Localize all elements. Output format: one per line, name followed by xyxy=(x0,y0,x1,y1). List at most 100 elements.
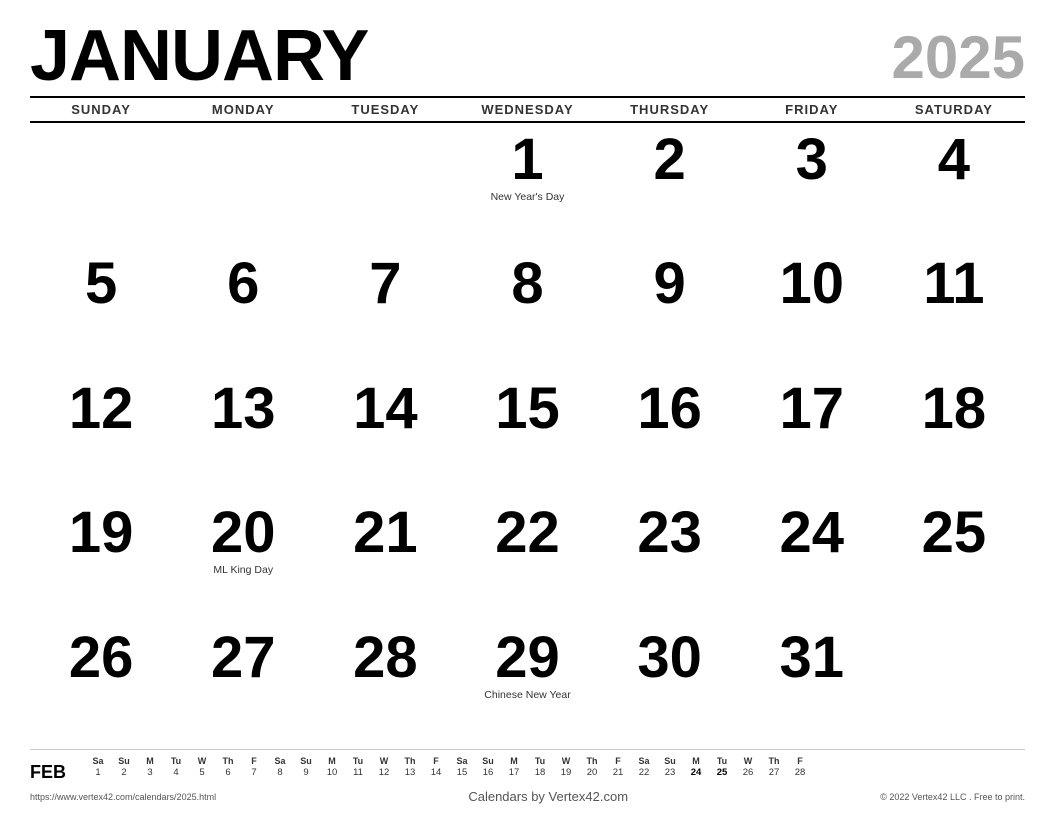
mini-date: 9 xyxy=(293,766,319,779)
day-number: 4 xyxy=(938,131,970,189)
day-number: 24 xyxy=(780,504,845,562)
calendar-cell: 4 xyxy=(883,125,1025,249)
mini-day-label: Su xyxy=(111,756,137,766)
day-number: 13 xyxy=(211,380,276,438)
mini-day-label: Tu xyxy=(527,756,553,766)
day-number: 16 xyxy=(637,380,702,438)
holiday-label: ML King Day xyxy=(213,564,273,578)
mini-day-label: Th xyxy=(579,756,605,766)
calendar-cell: 5 xyxy=(30,249,172,373)
mini-date: 20 xyxy=(579,766,605,779)
mini-date: 8 xyxy=(267,766,293,779)
mini-date: 3 xyxy=(137,766,163,779)
mini-day-label: M xyxy=(319,756,345,766)
calendar-cell: 9 xyxy=(599,249,741,373)
mini-day-label: Tu xyxy=(709,756,735,766)
calendar-cell: 8 xyxy=(456,249,598,373)
mini-day-label: W xyxy=(371,756,397,766)
day-number: 23 xyxy=(637,504,702,562)
mini-date: 26 xyxy=(735,766,761,779)
footer-copy: © 2022 Vertex42 LLC . Free to print. xyxy=(880,792,1025,802)
calendar-cell xyxy=(883,623,1025,747)
mini-date: 10 xyxy=(319,766,345,779)
day-number: 1 xyxy=(511,131,543,189)
mini-date: 12 xyxy=(371,766,397,779)
day-number: 22 xyxy=(495,504,560,562)
day-header-saturday: SATURDAY xyxy=(883,102,1025,117)
mini-date: 24 xyxy=(683,766,709,779)
calendar-cell: 22 xyxy=(456,498,598,622)
footer-brand: Calendars by Vertex42.com xyxy=(468,789,628,804)
mini-day-label: Sa xyxy=(631,756,657,766)
calendar-cell: 7 xyxy=(314,249,456,373)
calendar-cell: 6 xyxy=(172,249,314,373)
mini-day-label: Th xyxy=(215,756,241,766)
calendar-cell: 3 xyxy=(741,125,883,249)
calendar-cell: 10 xyxy=(741,249,883,373)
mini-date: 16 xyxy=(475,766,501,779)
day-header-wednesday: WEDNESDAY xyxy=(456,102,598,117)
day-number: 17 xyxy=(780,380,845,438)
mini-date: 4 xyxy=(163,766,189,779)
mini-day-label: Tu xyxy=(163,756,189,766)
calendar-cell: 19 xyxy=(30,498,172,622)
calendar-cell: 30 xyxy=(599,623,741,747)
day-header-monday: MONDAY xyxy=(172,102,314,117)
calendar-cell xyxy=(314,125,456,249)
mini-date: 13 xyxy=(397,766,423,779)
calendar-cell: 25 xyxy=(883,498,1025,622)
mini-footer: FEB SaSuMTuWThFSaSuMTuWThFSaSuMTuWThFSaS… xyxy=(30,749,1025,804)
mini-day-label: W xyxy=(189,756,215,766)
day-number: 10 xyxy=(780,255,845,313)
day-number: 28 xyxy=(353,629,418,687)
mini-month-row: FEB SaSuMTuWThFSaSuMTuWThFSaSuMTuWThFSaS… xyxy=(30,756,1025,783)
mini-date: 2 xyxy=(111,766,137,779)
mini-day-label: Sa xyxy=(85,756,111,766)
day-number: 18 xyxy=(922,380,987,438)
day-header-friday: FRIDAY xyxy=(741,102,883,117)
mini-day-label: Sa xyxy=(449,756,475,766)
day-header-tuesday: TUESDAY xyxy=(314,102,456,117)
holiday-label: New Year's Day xyxy=(491,191,565,205)
calendar-cell: 1 New Year's Day xyxy=(456,125,598,249)
mini-day-label: Su xyxy=(657,756,683,766)
mini-date: 14 xyxy=(423,766,449,779)
header-row: JANUARY 2025 xyxy=(30,20,1025,92)
mini-dates-row: 1234567891011121314151617181920212223242… xyxy=(85,766,1025,779)
day-number: 3 xyxy=(796,131,828,189)
day-number: 11 xyxy=(923,255,984,313)
bottom-bar: https://www.vertex42.com/calendars/2025.… xyxy=(30,785,1025,804)
calendar-cell: 31 xyxy=(741,623,883,747)
calendar-cell: 20ML King Day xyxy=(172,498,314,622)
mini-month-label: FEB xyxy=(30,756,85,783)
mini-day-label: Tu xyxy=(345,756,371,766)
mini-date: 23 xyxy=(657,766,683,779)
day-number: 26 xyxy=(69,629,134,687)
mini-date: 6 xyxy=(215,766,241,779)
day-number: 27 xyxy=(211,629,276,687)
calendar-grid: 1New Year's Day2345678910111213141516171… xyxy=(30,125,1025,747)
mini-day-label: M xyxy=(683,756,709,766)
mini-date: 15 xyxy=(449,766,475,779)
day-number: 25 xyxy=(922,504,987,562)
calendar-cell: 15 xyxy=(456,374,598,498)
calendar-cell: 23 xyxy=(599,498,741,622)
day-header-thursday: THURSDAY xyxy=(599,102,741,117)
calendar-cell: 28 xyxy=(314,623,456,747)
calendar-cell: 27 xyxy=(172,623,314,747)
day-number: 7 xyxy=(369,255,401,313)
mini-day-label: F xyxy=(241,756,267,766)
mini-day-label: Su xyxy=(475,756,501,766)
mini-date: 28 xyxy=(787,766,813,779)
calendar-cell: 2 xyxy=(599,125,741,249)
day-number: 2 xyxy=(654,131,686,189)
mini-day-label: W xyxy=(735,756,761,766)
mini-date: 27 xyxy=(761,766,787,779)
calendar-cell: 16 xyxy=(599,374,741,498)
mini-days-header: SaSuMTuWThFSaSuMTuWThFSaSuMTuWThFSaSuMTu… xyxy=(85,756,1025,766)
holiday-label: Chinese New Year xyxy=(484,689,570,703)
mini-day-label: W xyxy=(553,756,579,766)
mini-day-label: Sa xyxy=(267,756,293,766)
mini-date: 21 xyxy=(605,766,631,779)
calendar-cell: 24 xyxy=(741,498,883,622)
